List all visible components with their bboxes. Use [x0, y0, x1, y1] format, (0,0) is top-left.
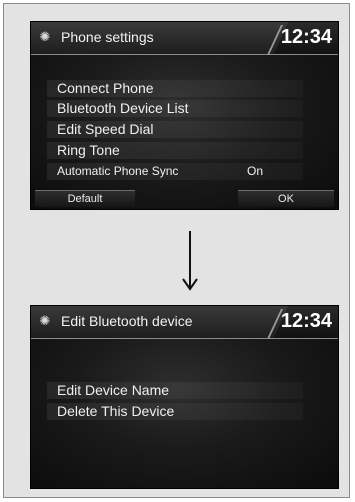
menu-item-bluetooth-device-list[interactable]: Bluetooth Device List	[47, 100, 303, 117]
menu-item-label: Edit Device Name	[57, 382, 170, 398]
title-bar: ✺ Edit Bluetooth device 12:34	[31, 306, 338, 339]
screen-title: Edit Bluetooth device	[61, 313, 193, 329]
menu-item-automatic-phone-sync[interactable]: Automatic Phone Sync On	[47, 163, 303, 180]
gear-icon: ✺	[39, 313, 51, 328]
title-bar: ✺ Phone settings 12:34	[31, 22, 338, 55]
menu-item-ring-tone[interactable]: Ring Tone	[47, 142, 303, 159]
menu-item-label: Connect Phone	[57, 80, 154, 96]
phone-settings-screen: ✺ Phone settings 12:34 Connect Phone Blu…	[30, 21, 339, 210]
menu-item-label: Delete This Device	[57, 403, 175, 419]
menu-item-edit-speed-dial[interactable]: Edit Speed Dial	[47, 121, 303, 138]
ok-button[interactable]: OK	[238, 190, 334, 207]
edit-bluetooth-device-screen: ✺ Edit Bluetooth device 12:34 Edit Devic…	[30, 305, 339, 489]
menu-item-label: Automatic Phone Sync	[57, 164, 179, 178]
screen-title: Phone settings	[61, 29, 154, 45]
menu-item-connect-phone[interactable]: Connect Phone	[47, 80, 303, 97]
default-button[interactable]: Default	[35, 190, 135, 207]
menu-item-label: Edit Speed Dial	[57, 121, 154, 137]
menu-item-label: Ring Tone	[57, 142, 120, 158]
arrow-down-icon	[182, 231, 198, 291]
clock: 12:34	[280, 310, 332, 332]
sync-status-value: On	[247, 164, 264, 178]
illustration-frame: ✺ Phone settings 12:34 Connect Phone Blu…	[3, 3, 350, 498]
menu-item-label: Bluetooth Device List	[57, 100, 189, 116]
menu-item-delete-this-device[interactable]: Delete This Device	[47, 403, 303, 420]
gear-icon: ✺	[39, 29, 51, 44]
clock: 12:34	[280, 26, 332, 48]
menu-item-edit-device-name[interactable]: Edit Device Name	[47, 382, 303, 399]
